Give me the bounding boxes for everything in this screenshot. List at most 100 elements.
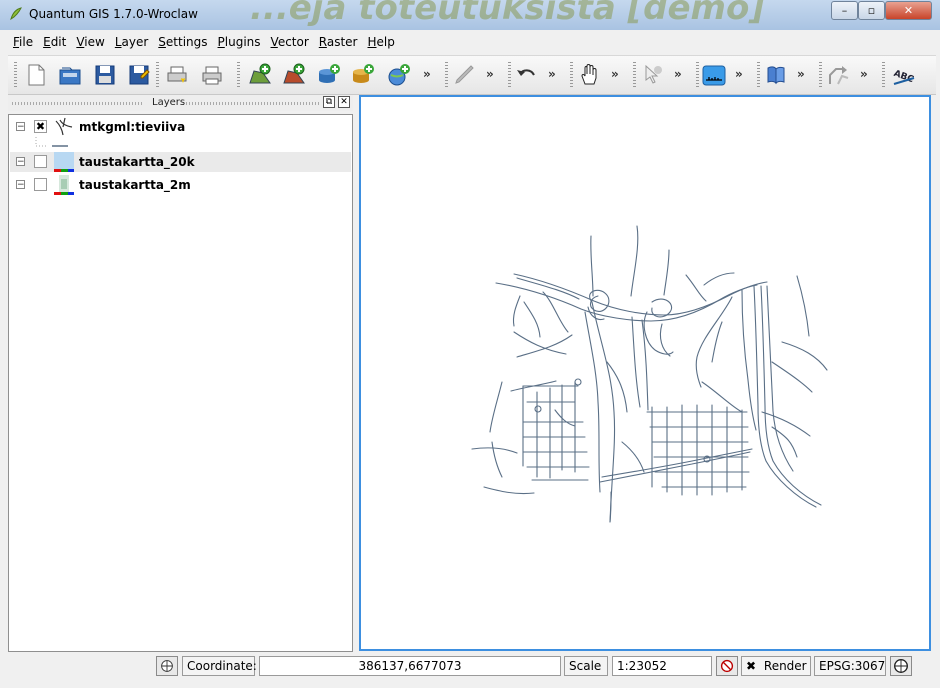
menu-mnemonic: L [114, 35, 122, 49]
maximize-button[interactable]: ▫ [858, 1, 885, 20]
label-icon[interactable]: ABC [891, 62, 917, 88]
projection-globe-icon[interactable] [890, 656, 912, 676]
render-label: Render [763, 659, 807, 673]
layers-panel: Layers ⧉ ✕ − ✖ mtkgml:tieviiva − taustak… [8, 95, 353, 652]
panel-drag-handle[interactable] [186, 102, 320, 105]
menu-layer[interactable]: Layer [110, 35, 153, 49]
minimize-button[interactable]: – [831, 1, 858, 20]
toggle-editing-icon[interactable] [452, 62, 478, 88]
stop-render-icon[interactable] [716, 656, 738, 676]
open-project-icon[interactable] [57, 62, 83, 88]
toolbar-grip[interactable] [633, 62, 636, 88]
pan-icon[interactable] [577, 62, 603, 88]
scale-label: Scale [564, 656, 608, 676]
layer-row[interactable]: − ✖ mtkgml:tieviiva [10, 117, 351, 137]
menu-plugins[interactable]: Plugins [213, 35, 266, 49]
toolbar-more-button[interactable]: » [548, 67, 556, 81]
title-bar: ...eja toteutuksista [demo] Quantum GIS … [0, 0, 940, 30]
new-print-composer-icon[interactable] [164, 62, 190, 88]
toolbar-grip[interactable] [819, 62, 822, 88]
menu-view[interactable]: View [71, 35, 109, 49]
menu-file[interactable]: File [8, 35, 38, 49]
print-icon[interactable] [199, 62, 225, 88]
save-project-icon[interactable] [92, 62, 118, 88]
layers-panel-header[interactable]: Layers ⧉ ✕ [8, 95, 353, 111]
layers-panel-title: Layers [152, 97, 186, 108]
add-vector-layer-icon[interactable] [247, 62, 273, 88]
scale-input[interactable]: 1:23052 [612, 656, 712, 676]
layer-name: taustakartta_20k [79, 155, 195, 169]
measure-icon[interactable] [701, 62, 727, 88]
layer-visibility-checkbox[interactable] [34, 178, 47, 191]
layer-name: mtkgml:tieviiva [79, 120, 186, 134]
render-toggle[interactable]: ✖ Render [741, 656, 811, 676]
raster-layer-icon [54, 175, 74, 195]
help-icon[interactable] [763, 62, 789, 88]
menu-edit[interactable]: Edit [38, 35, 71, 49]
render-checkbox[interactable]: ✖ [746, 659, 756, 673]
toolbar-grip[interactable] [508, 62, 511, 88]
toolbar-more-button[interactable]: » [674, 67, 682, 81]
line-symbol-legend [35, 137, 68, 147]
menu-vector[interactable]: Vector [266, 35, 314, 49]
new-project-icon[interactable] [23, 62, 49, 88]
layer-row[interactable]: − taustakartta_20k [10, 152, 351, 172]
coordinate-label: Coordinate: [182, 656, 257, 676]
menu-label: aster [326, 35, 358, 49]
toolbar-grip[interactable] [445, 62, 448, 88]
toolbar: » » » » » » » » ABC [8, 55, 936, 95]
toolbar-more-button[interactable]: » [735, 67, 743, 81]
menu-label: lugins [224, 35, 261, 49]
menu-label: iew [84, 35, 105, 49]
menu-settings[interactable]: Settings [153, 35, 212, 49]
toolbar-more-button[interactable]: » [611, 67, 619, 81]
menu-mnemonic: R [318, 35, 327, 49]
toolbar-grip[interactable] [237, 62, 240, 88]
toolbar-grip[interactable] [696, 62, 699, 88]
close-panel-button[interactable]: ✕ [338, 96, 350, 108]
menu-label: ile [19, 35, 34, 49]
close-button[interactable]: ✕ [885, 1, 932, 20]
toolbar-grip[interactable] [757, 62, 760, 88]
crs-status[interactable]: EPSG:3067 [814, 656, 886, 676]
coordinate-toggle-icon[interactable] [156, 656, 178, 676]
gps-icon[interactable] [826, 62, 852, 88]
menu-label: ayer [121, 35, 149, 49]
toolbar-more-button[interactable]: » [486, 67, 494, 81]
identify-icon[interactable] [640, 62, 666, 88]
add-wms-layer-icon[interactable] [386, 62, 412, 88]
window-title: Quantum GIS 1.7.0-Wroclaw [29, 7, 198, 21]
raster-layer-icon [54, 152, 74, 172]
add-spatialite-layer-icon[interactable] [350, 62, 376, 88]
undo-icon[interactable] [514, 62, 540, 88]
collapse-toggle[interactable]: − [16, 122, 25, 132]
toolbar-grip[interactable] [882, 62, 885, 88]
toolbar-grip[interactable] [156, 62, 159, 88]
desktop-watermark: ...eja toteutuksista [demo] [250, 0, 765, 28]
menu-help[interactable]: Help [363, 35, 400, 49]
coordinate-display[interactable]: 386137,6677073 [259, 656, 561, 676]
layer-visibility-checkbox[interactable] [34, 155, 47, 168]
save-as-icon[interactable] [126, 62, 152, 88]
toolbar-more-button[interactable]: » [423, 67, 431, 81]
layer-name: taustakartta_2m [79, 178, 191, 192]
layer-row[interactable]: − taustakartta_2m [10, 175, 351, 195]
toolbar-more-button[interactable]: » [860, 67, 868, 81]
status-bar: Coordinate: 386137,6677073 Scale 1:23052… [0, 654, 940, 688]
toolbar-grip[interactable] [570, 62, 573, 88]
map-canvas[interactable] [359, 95, 931, 651]
collapse-toggle[interactable]: − [16, 180, 25, 190]
layer-tree: − ✖ mtkgml:tieviiva − taustakartta_20k −… [8, 114, 353, 652]
float-panel-button[interactable]: ⧉ [323, 96, 335, 108]
menu-label: ector [277, 35, 309, 49]
toolbar-more-button[interactable]: » [797, 67, 805, 81]
add-raster-layer-icon[interactable] [281, 62, 307, 88]
add-postgis-layer-icon[interactable] [316, 62, 342, 88]
panel-drag-handle[interactable] [12, 102, 144, 105]
layer-visibility-checkbox[interactable]: ✖ [34, 120, 47, 133]
road-network-map [471, 225, 828, 523]
collapse-toggle[interactable]: − [16, 157, 25, 167]
menu-raster[interactable]: Raster [314, 35, 363, 49]
menu-bar: File Edit View Layer Settings Plugins Vector Ra… [8, 30, 400, 54]
toolbar-grip[interactable] [14, 62, 17, 88]
